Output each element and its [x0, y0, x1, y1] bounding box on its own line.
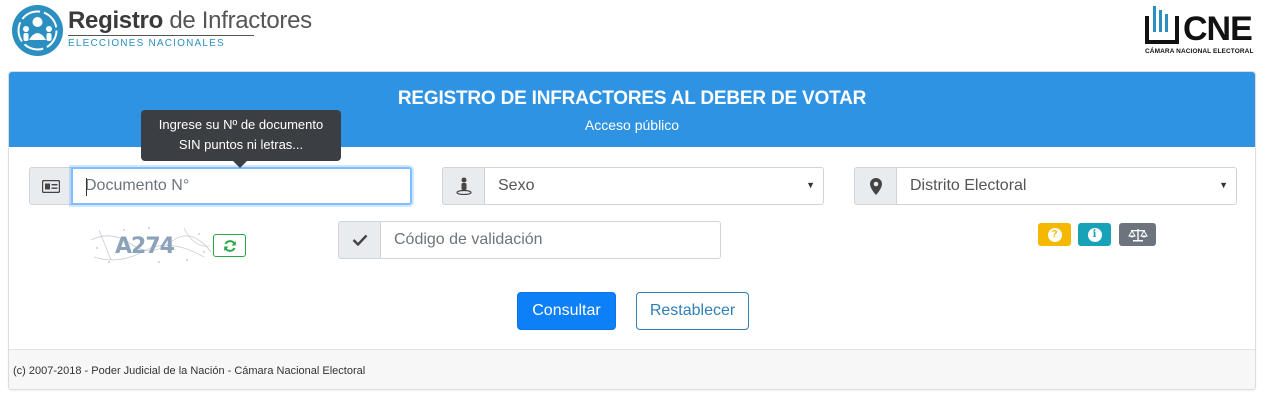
cne-logo: CNE CÁMARA NACIONAL ELECTORAL: [1143, 4, 1253, 60]
codigo-input[interactable]: Código de validación: [380, 221, 721, 259]
cne-text: CNE: [1183, 10, 1253, 48]
codigo-group: Código de validación: [338, 221, 721, 259]
logo-title: Registro de Infractores: [68, 7, 312, 35]
logo-divider: [68, 35, 254, 36]
cne-subtitle: CÁMARA NACIONAL ELECTORAL: [1145, 48, 1254, 55]
distrito-dropdown-arrow-icon: ▼: [1219, 180, 1228, 190]
restablecer-button[interactable]: Restablecer: [636, 292, 749, 330]
distrito-selected-value: Distrito Electoral: [910, 177, 1027, 194]
refresh-icon: [223, 239, 236, 252]
sexo-select[interactable]: Sexo ▼: [484, 167, 824, 205]
balance-scale-icon: [1127, 228, 1148, 241]
check-icon: [338, 221, 380, 259]
refresh-captcha-button[interactable]: [213, 234, 246, 257]
distrito-select[interactable]: Distrito Electoral ▼: [896, 167, 1237, 205]
person-icon: [442, 167, 484, 205]
logo-subtitle: ELECCIONES NACIONALES: [68, 38, 225, 49]
logo-title-bold: Registro: [68, 7, 163, 34]
main-card: REGISTRO DE INFRACTORES AL DEBER DE VOTA…: [8, 71, 1256, 390]
codigo-placeholder: Código de validación: [394, 231, 543, 248]
help-button[interactable]: ?: [1038, 223, 1071, 246]
map-marker-icon: [854, 167, 896, 205]
consultar-button[interactable]: Consultar: [517, 292, 616, 330]
card-footer: (c) 2007-2018 - Poder Judicial de la Nac…: [9, 349, 1255, 389]
registro-logo-icon: [12, 5, 63, 56]
documento-group: Documento N°: [29, 167, 412, 205]
cne-mark-icon: [1145, 6, 1179, 44]
sexo-group: Sexo ▼: [442, 167, 824, 205]
logo-title-light: de Infractores: [162, 7, 312, 34]
tooltip-line-1: Ingrese su Nº de documento: [158, 117, 324, 132]
captcha-image: A274: [89, 222, 214, 268]
info-icon: i: [1087, 227, 1102, 242]
documento-placeholder: Documento N°: [85, 177, 190, 194]
question-icon: ?: [1047, 227, 1062, 242]
captcha-text: A274: [115, 234, 175, 259]
sexo-selected-value: Sexo: [498, 177, 535, 194]
documento-tooltip: Ingrese su Nº de documento SIN puntos ni…: [141, 110, 341, 168]
legal-button[interactable]: [1119, 223, 1156, 246]
distrito-group: Distrito Electoral ▼: [854, 167, 1237, 205]
info-button[interactable]: i: [1078, 223, 1111, 246]
top-bar: Registro de Infractores ELECCIONES NACIO…: [0, 0, 1267, 64]
tooltip-line-2: SIN puntos ni letras...: [178, 137, 304, 152]
id-card-icon: [29, 167, 71, 205]
sexo-dropdown-arrow-icon: ▼: [806, 180, 815, 190]
text-caret: [86, 178, 87, 196]
card-title: REGISTRO DE INFRACTORES AL DEBER DE VOTA…: [397, 88, 867, 109]
documento-input[interactable]: Documento N°: [71, 167, 412, 205]
footer-copyright: (c) 2007-2018 - Poder Judicial de la Nac…: [13, 365, 366, 377]
